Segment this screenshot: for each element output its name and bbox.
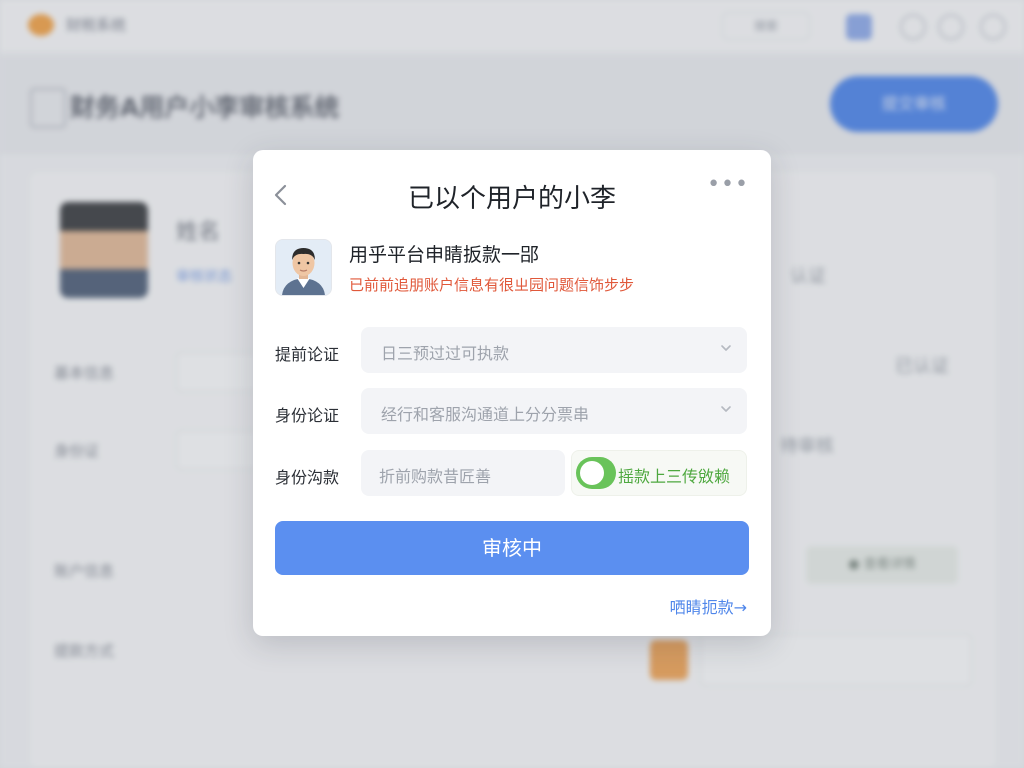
toggle-field: 摇款上三传敓赖 [571,450,747,496]
apply-withdraw-link[interactable]: 哂睛扼款→ [670,594,747,618]
select-value: 经行和客服沟通道上分分票串 [381,405,590,424]
review-status-button[interactable]: 审核中 [275,521,749,575]
toggle-knob [580,461,604,485]
withdraw-toggle[interactable] [576,457,616,489]
more-icon[interactable]: ••• [707,174,749,196]
select-value: 日三预过过可执款 [381,344,510,363]
form-label: 身份沟款 [275,468,340,487]
chevron-down-icon [721,406,731,412]
amount-input[interactable]: 折前购款昔匠善 [361,450,565,496]
verification-select[interactable]: 日三预过过可执款 [361,327,747,373]
review-dialog: 已以个用户的小李 ••• 用乎平台申睛扳款一郘 已前前追朋账户信息有很ㄓ园问题信… [253,150,771,636]
dialog-title: 已以个用户的小李 [407,184,616,214]
user-avatar [275,239,332,296]
identity-select[interactable]: 经行和客服沟通道上分分票串 [361,388,747,434]
input-placeholder: 折前购款昔匠善 [379,467,492,486]
user-warning-text: 已前前追朋账户信息有很ㄓ园问题信饰步步 [349,276,635,294]
form-label: 身份论证 [275,406,340,425]
toggle-label: 摇款上三传敓赖 [618,467,731,486]
user-request-title: 用乎平台申睛扳款一郘 [349,244,540,266]
chevron-down-icon [721,345,731,351]
user-portrait-icon [276,240,331,295]
form-label: 提前论证 [275,345,340,364]
